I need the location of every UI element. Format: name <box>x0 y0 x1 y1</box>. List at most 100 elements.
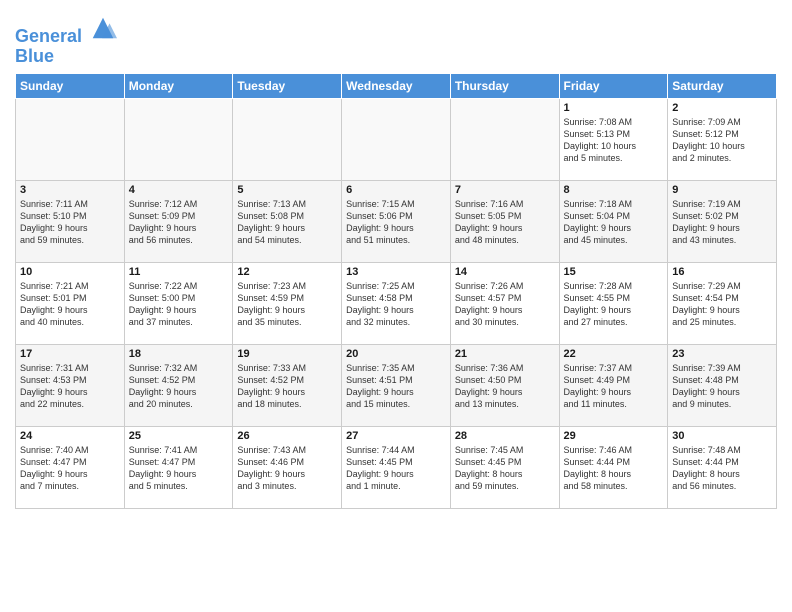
page-container: General Blue SundayMondayTuesdayWednesda… <box>0 0 792 519</box>
day-cell: 11 Sunrise: 7:22 AM Sunset: 5:00 PM Dayli… <box>124 262 233 344</box>
day-number: 24 <box>20 430 120 442</box>
day-number: 13 <box>346 266 446 278</box>
day-number: 1 <box>564 102 664 114</box>
day-cell: 21 Sunrise: 7:36 AM Sunset: 4:50 PM Dayli… <box>450 344 559 426</box>
calendar-table: SundayMondayTuesdayWednesdayThursdayFrid… <box>15 73 777 509</box>
day-cell: 20Sunrise: 7:35 AM Sunset: 4:51 PM Dayli… <box>342 344 451 426</box>
calendar-body: 1 Sunrise: 7:08 AM Sunset: 5:13 PM Daylig… <box>16 98 777 508</box>
day-number: 12 <box>237 266 337 278</box>
day-cell: 3 Sunrise: 7:11 AM Sunset: 5:10 PM Daylig… <box>16 180 125 262</box>
header-cell-monday: Monday <box>124 73 233 98</box>
day-number: 6 <box>346 184 446 196</box>
day-info: Sunrise: 7:26 AM Sunset: 4:57 PM Dayligh… <box>455 280 555 329</box>
day-info: Sunrise: 7:29 AM Sunset: 4:54 PM Dayligh… <box>672 280 772 329</box>
day-cell: 18 Sunrise: 7:32 AM Sunset: 4:52 PM Dayli… <box>124 344 233 426</box>
day-info: Sunrise: 7:48 AM Sunset: 4:44 PM Dayligh… <box>672 444 772 493</box>
day-number: 7 <box>455 184 555 196</box>
header-cell-saturday: Saturday <box>668 73 777 98</box>
day-cell: 6Sunrise: 7:15 AM Sunset: 5:06 PM Daylig… <box>342 180 451 262</box>
day-info: Sunrise: 7:32 AM Sunset: 4:52 PM Dayligh… <box>129 362 229 411</box>
day-number: 15 <box>564 266 664 278</box>
day-info: Sunrise: 7:12 AM Sunset: 5:09 PM Dayligh… <box>129 198 229 247</box>
day-number: 9 <box>672 184 772 196</box>
day-cell: 28 Sunrise: 7:45 AM Sunset: 4:45 PM Dayli… <box>450 426 559 508</box>
day-cell <box>16 98 125 180</box>
day-number: 18 <box>129 348 229 360</box>
day-cell: 14 Sunrise: 7:26 AM Sunset: 4:57 PM Dayli… <box>450 262 559 344</box>
header-cell-tuesday: Tuesday <box>233 73 342 98</box>
day-number: 4 <box>129 184 229 196</box>
day-info: Sunrise: 7:28 AM Sunset: 4:55 PM Dayligh… <box>564 280 664 329</box>
logo-text-blue: Blue <box>15 47 117 67</box>
day-info: Sunrise: 7:25 AM Sunset: 4:58 PM Dayligh… <box>346 280 446 329</box>
day-cell: 22 Sunrise: 7:37 AM Sunset: 4:49 PM Dayli… <box>559 344 668 426</box>
day-cell: 27 Sunrise: 7:44 AM Sunset: 4:45 PM Dayli… <box>342 426 451 508</box>
page-header: General Blue <box>15 10 777 67</box>
day-cell: 12 Sunrise: 7:23 AM Sunset: 4:59 PM Dayli… <box>233 262 342 344</box>
day-cell <box>450 98 559 180</box>
day-info: Sunrise: 7:44 AM Sunset: 4:45 PM Dayligh… <box>346 444 446 493</box>
header-cell-thursday: Thursday <box>450 73 559 98</box>
day-number: 22 <box>564 348 664 360</box>
day-cell: 19Sunrise: 7:33 AM Sunset: 4:52 PM Dayli… <box>233 344 342 426</box>
day-number: 23 <box>672 348 772 360</box>
day-cell: 7 Sunrise: 7:16 AM Sunset: 5:05 PM Daylig… <box>450 180 559 262</box>
day-number: 3 <box>20 184 120 196</box>
day-cell: 16Sunrise: 7:29 AM Sunset: 4:54 PM Dayli… <box>668 262 777 344</box>
week-row-3: 10 Sunrise: 7:21 AM Sunset: 5:01 PM Dayli… <box>16 262 777 344</box>
day-number: 2 <box>672 102 772 114</box>
day-cell: 2 Sunrise: 7:09 AM Sunset: 5:12 PM Daylig… <box>668 98 777 180</box>
week-row-1: 1 Sunrise: 7:08 AM Sunset: 5:13 PM Daylig… <box>16 98 777 180</box>
day-cell: 1 Sunrise: 7:08 AM Sunset: 5:13 PM Daylig… <box>559 98 668 180</box>
day-number: 30 <box>672 430 772 442</box>
day-number: 14 <box>455 266 555 278</box>
day-number: 21 <box>455 348 555 360</box>
day-number: 26 <box>237 430 337 442</box>
day-number: 10 <box>20 266 120 278</box>
day-number: 27 <box>346 430 446 442</box>
day-cell: 10 Sunrise: 7:21 AM Sunset: 5:01 PM Dayli… <box>16 262 125 344</box>
day-info: Sunrise: 7:40 AM Sunset: 4:47 PM Dayligh… <box>20 444 120 493</box>
day-number: 5 <box>237 184 337 196</box>
week-row-4: 17 Sunrise: 7:31 AM Sunset: 4:53 PM Dayli… <box>16 344 777 426</box>
day-cell: 24 Sunrise: 7:40 AM Sunset: 4:47 PM Dayli… <box>16 426 125 508</box>
day-info: Sunrise: 7:43 AM Sunset: 4:46 PM Dayligh… <box>237 444 337 493</box>
day-info: Sunrise: 7:45 AM Sunset: 4:45 PM Dayligh… <box>455 444 555 493</box>
day-info: Sunrise: 7:31 AM Sunset: 4:53 PM Dayligh… <box>20 362 120 411</box>
day-info: Sunrise: 7:18 AM Sunset: 5:04 PM Dayligh… <box>564 198 664 247</box>
header-cell-sunday: Sunday <box>16 73 125 98</box>
day-info: Sunrise: 7:11 AM Sunset: 5:10 PM Dayligh… <box>20 198 120 247</box>
day-number: 8 <box>564 184 664 196</box>
day-info: Sunrise: 7:08 AM Sunset: 5:13 PM Dayligh… <box>564 116 664 165</box>
day-info: Sunrise: 7:33 AM Sunset: 4:52 PM Dayligh… <box>237 362 337 411</box>
week-row-2: 3 Sunrise: 7:11 AM Sunset: 5:10 PM Daylig… <box>16 180 777 262</box>
day-number: 20 <box>346 348 446 360</box>
day-cell: 25Sunrise: 7:41 AM Sunset: 4:47 PM Dayli… <box>124 426 233 508</box>
day-number: 17 <box>20 348 120 360</box>
day-cell: 9 Sunrise: 7:19 AM Sunset: 5:02 PM Daylig… <box>668 180 777 262</box>
day-info: Sunrise: 7:21 AM Sunset: 5:01 PM Dayligh… <box>20 280 120 329</box>
day-cell <box>233 98 342 180</box>
day-cell: 29Sunrise: 7:46 AM Sunset: 4:44 PM Dayli… <box>559 426 668 508</box>
day-cell: 23 Sunrise: 7:39 AM Sunset: 4:48 PM Dayli… <box>668 344 777 426</box>
day-cell: 30 Sunrise: 7:48 AM Sunset: 4:44 PM Dayli… <box>668 426 777 508</box>
week-row-5: 24 Sunrise: 7:40 AM Sunset: 4:47 PM Dayli… <box>16 426 777 508</box>
header-cell-wednesday: Wednesday <box>342 73 451 98</box>
day-number: 28 <box>455 430 555 442</box>
day-cell <box>342 98 451 180</box>
day-info: Sunrise: 7:23 AM Sunset: 4:59 PM Dayligh… <box>237 280 337 329</box>
day-cell: 26 Sunrise: 7:43 AM Sunset: 4:46 PM Dayli… <box>233 426 342 508</box>
day-info: Sunrise: 7:22 AM Sunset: 5:00 PM Dayligh… <box>129 280 229 329</box>
day-info: Sunrise: 7:39 AM Sunset: 4:48 PM Dayligh… <box>672 362 772 411</box>
day-cell: 13 Sunrise: 7:25 AM Sunset: 4:58 PM Dayli… <box>342 262 451 344</box>
day-cell: 15 Sunrise: 7:28 AM Sunset: 4:55 PM Dayli… <box>559 262 668 344</box>
day-info: Sunrise: 7:36 AM Sunset: 4:50 PM Dayligh… <box>455 362 555 411</box>
day-cell: 5Sunrise: 7:13 AM Sunset: 5:08 PM Daylig… <box>233 180 342 262</box>
day-info: Sunrise: 7:41 AM Sunset: 4:47 PM Dayligh… <box>129 444 229 493</box>
calendar-header-row: SundayMondayTuesdayWednesdayThursdayFrid… <box>16 73 777 98</box>
day-info: Sunrise: 7:19 AM Sunset: 5:02 PM Dayligh… <box>672 198 772 247</box>
day-info: Sunrise: 7:09 AM Sunset: 5:12 PM Dayligh… <box>672 116 772 165</box>
day-number: 11 <box>129 266 229 278</box>
day-info: Sunrise: 7:37 AM Sunset: 4:49 PM Dayligh… <box>564 362 664 411</box>
day-info: Sunrise: 7:16 AM Sunset: 5:05 PM Dayligh… <box>455 198 555 247</box>
